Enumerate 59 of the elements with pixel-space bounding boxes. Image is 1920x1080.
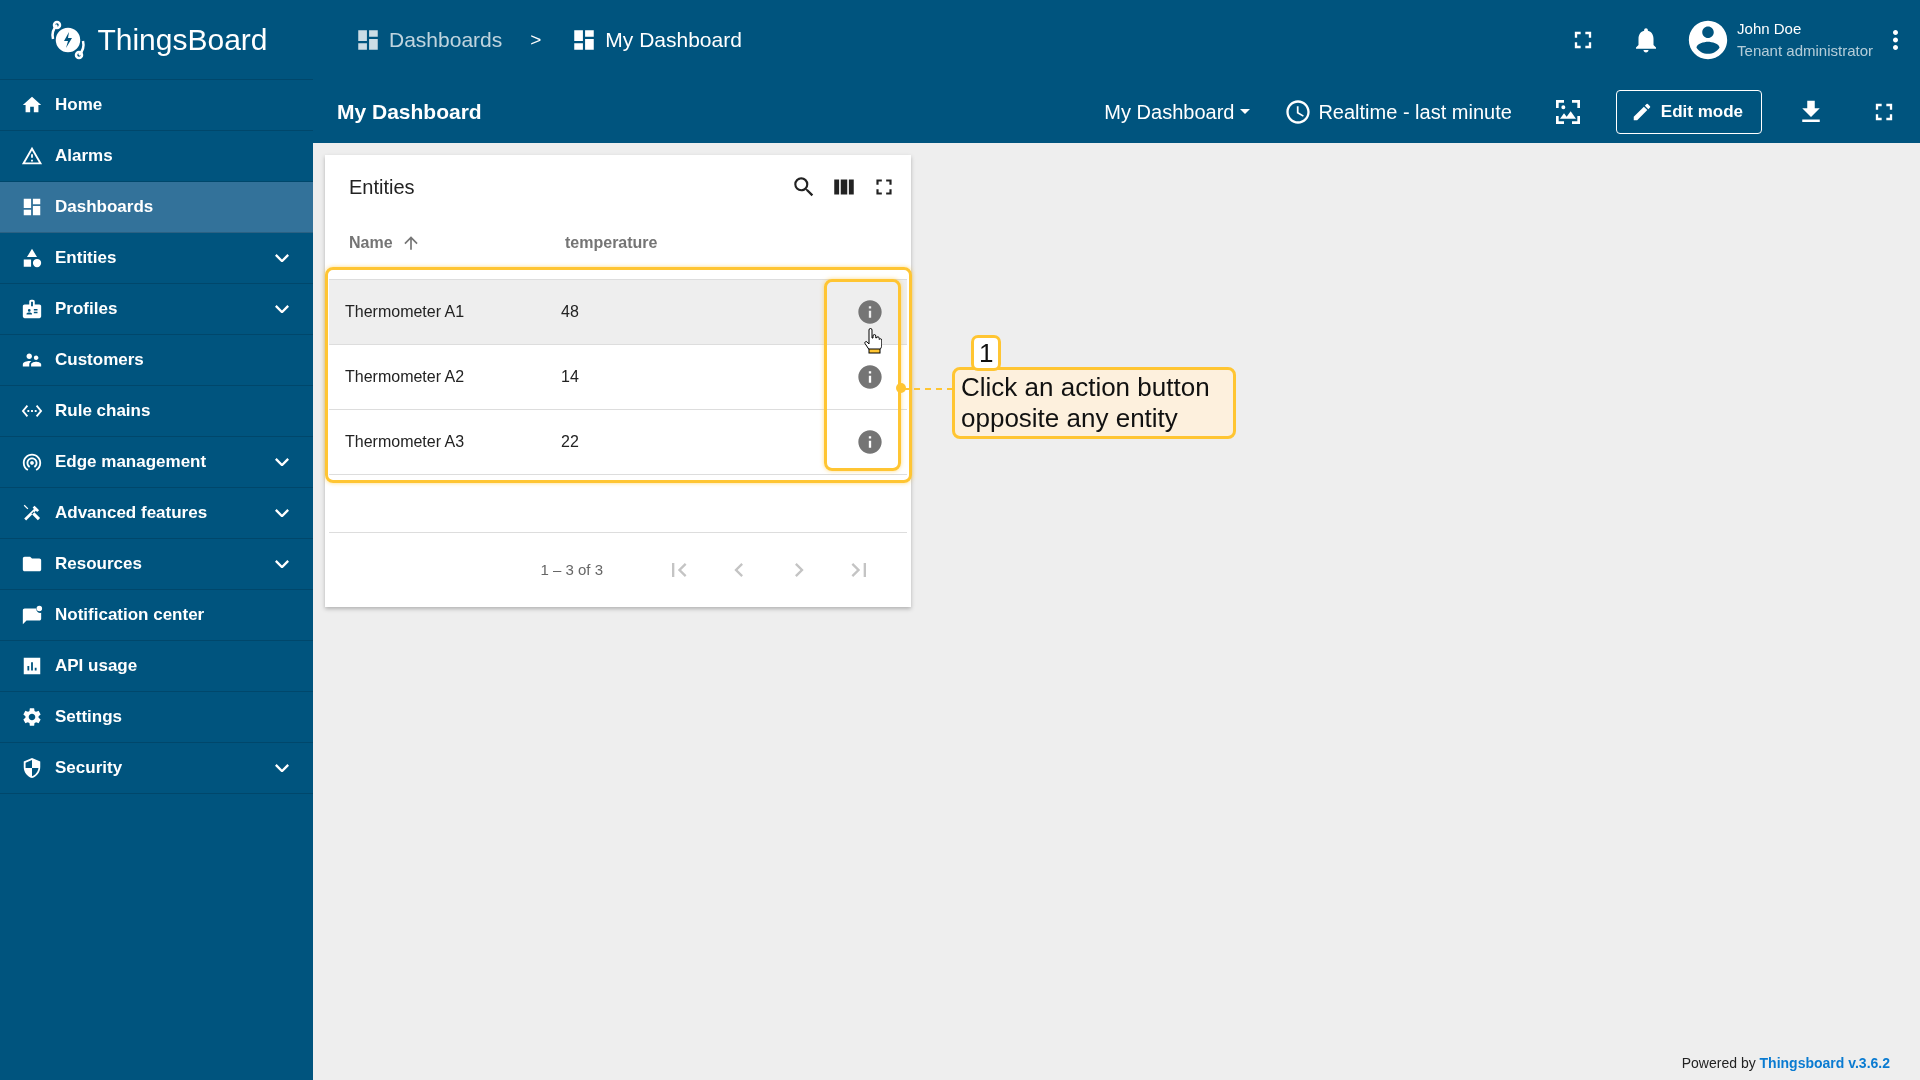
more-button[interactable]	[1893, 30, 1898, 50]
sidebar-item[interactable]: API usage	[0, 641, 313, 692]
info-icon[interactable]	[855, 428, 884, 456]
table-row[interactable]: Thermometer A2 14	[329, 345, 907, 410]
chat-icon	[21, 604, 43, 626]
sidebar-item[interactable]: Security	[0, 743, 313, 794]
breadcrumb-separator: >	[530, 27, 542, 52]
sidebar-item[interactable]: Advanced features	[0, 488, 313, 539]
sidebar-item[interactable]: Edge management	[0, 437, 313, 488]
page-range: 1 – 3 of 3	[540, 559, 603, 580]
column-header[interactable]: Name	[349, 230, 393, 255]
user-name: John Doe	[1737, 18, 1803, 39]
column-header[interactable]: temperature	[565, 233, 658, 251]
user-role: Tenant administrator	[1737, 41, 1873, 61]
step-number: 1	[971, 335, 1002, 371]
breadcrumb-link[interactable]: My Dashboard	[571, 24, 742, 56]
timewindow-button[interactable]: Realtime - last minute	[1284, 96, 1512, 127]
table-cell-text: 48	[561, 302, 580, 322]
version-link[interactable]: Thingsboard v.3.6.2	[1759, 1055, 1890, 1071]
table-cell-text: Thermometer A1	[345, 302, 466, 322]
sidebar-item[interactable]: Rule chains	[0, 386, 313, 437]
sidebar-item[interactable]: Profiles	[0, 284, 313, 335]
antenna-icon	[21, 451, 43, 473]
breadcrumb-link[interactable]: Dashboards	[355, 24, 503, 56]
sidebar-item[interactable]: Settings	[0, 692, 313, 743]
shapes-icon	[21, 247, 43, 269]
table-cell-text: Thermometer A3	[345, 432, 466, 452]
sidebar-item[interactable]: Notification center	[0, 590, 313, 641]
table-cell-text: 22	[561, 432, 580, 452]
clock-icon	[1284, 97, 1313, 126]
dashboard-icon	[21, 196, 43, 218]
sidebar-item[interactable]: Customers	[0, 335, 313, 386]
settings-icon	[21, 706, 43, 728]
widget-title: Entities	[349, 174, 416, 200]
caret-icon	[1240, 109, 1251, 114]
info-icon[interactable]	[855, 298, 884, 326]
logo-text: ThingsBoard	[97, 22, 268, 58]
info-icon[interactable]	[855, 363, 884, 391]
table-cell-text: 14	[561, 367, 580, 387]
id-badge-icon	[21, 298, 43, 320]
sidebar-item[interactable]: Dashboards	[0, 182, 313, 233]
sidebar-item[interactable]: Home	[0, 80, 313, 131]
edit-mode-button[interactable]: Edit mode	[1615, 89, 1762, 134]
dashboard-select[interactable]: My Dashboard	[1104, 96, 1251, 127]
shield-icon	[21, 757, 43, 779]
hand-cursor-icon	[864, 328, 882, 354]
table-cell-text: Thermometer A2	[345, 367, 466, 387]
connector-dot	[896, 383, 906, 393]
sidebar-item[interactable]: Entities	[0, 233, 313, 284]
sidebar-item[interactable]: Resources	[0, 539, 313, 590]
powered-by-text: Powered by Thingsboard v.3.6.2	[1681, 1055, 1890, 1071]
dashboard-title: My Dashboard	[337, 98, 482, 125]
bar-chart-icon	[21, 655, 43, 677]
table-row[interactable]: Thermometer A3 22	[329, 410, 907, 475]
more-icon	[1893, 30, 1898, 50]
warning-icon	[21, 145, 43, 167]
dashboard-icon	[355, 27, 381, 53]
user-menu-button[interactable]: John Doe Tenant administrator	[1685, 17, 1873, 63]
callout-text: Click an action button opposite any entity	[952, 367, 1236, 440]
